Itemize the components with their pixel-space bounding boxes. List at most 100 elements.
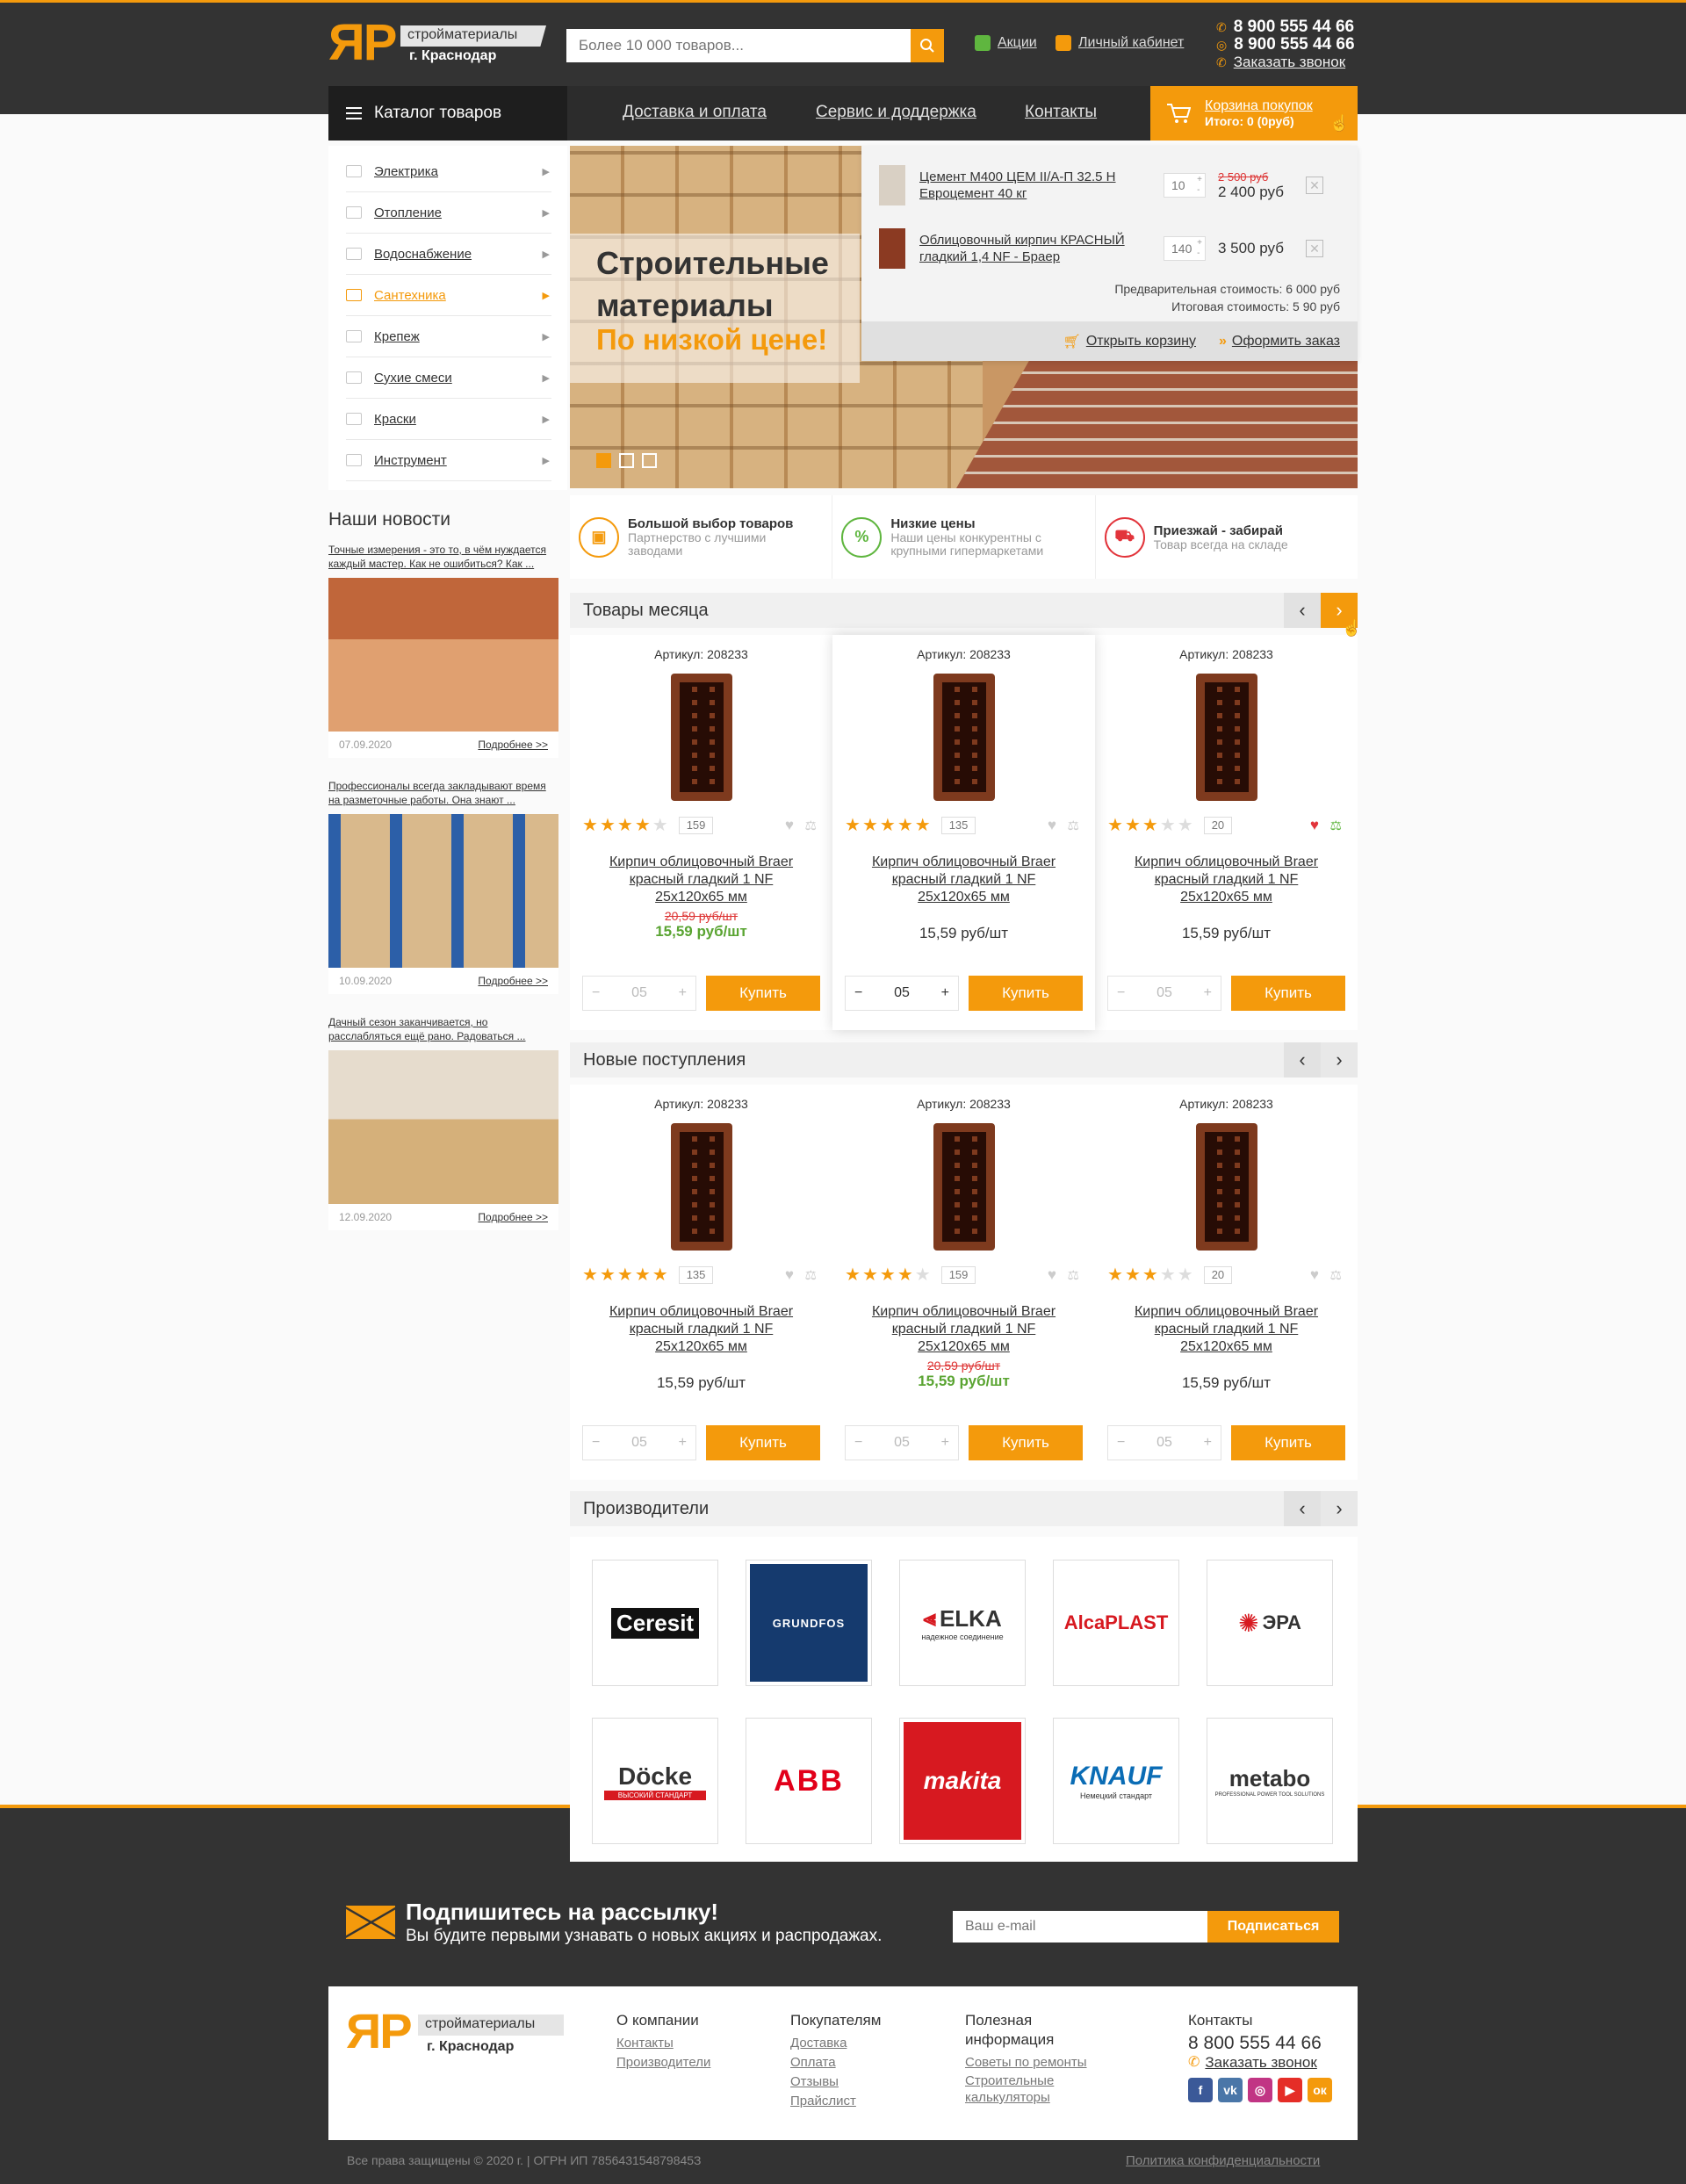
- plus-icon[interactable]: +: [1204, 985, 1212, 1001]
- quantity-stepper[interactable]: − 05 +: [1107, 976, 1221, 1011]
- compare-icon[interactable]: ⚖: [805, 1267, 817, 1283]
- plus-icon[interactable]: +: [679, 1435, 687, 1451]
- heart-icon[interactable]: ♥: [1310, 817, 1319, 834]
- footer-link[interactable]: Советы по ремонты: [965, 2053, 1114, 2072]
- compare-icon[interactable]: ⚖: [1068, 1267, 1079, 1283]
- news-image[interactable]: [328, 814, 558, 968]
- promo-link[interactable]: Акции: [975, 35, 1037, 51]
- subscribe-button[interactable]: Подписаться: [1207, 1911, 1339, 1943]
- review-count[interactable]: 20: [1203, 1266, 1233, 1284]
- product-image[interactable]: [1195, 674, 1257, 801]
- buy-button[interactable]: Купить: [1231, 976, 1345, 1011]
- catalog-button[interactable]: Каталог товаров: [328, 86, 567, 141]
- cart-item-qty[interactable]: 140: [1164, 236, 1206, 261]
- heart-icon[interactable]: ♥: [785, 1266, 794, 1284]
- product-name[interactable]: Кирпич облицовочный Braer красный гладки…: [605, 854, 798, 906]
- cart-button[interactable]: Корзина покупок Итого: 0 (0руб): [1150, 86, 1358, 141]
- close-icon[interactable]: ✕: [1306, 240, 1323, 257]
- footer-link[interactable]: Прайслист: [790, 2092, 881, 2111]
- brand-alcaplast[interactable]: AlcaPLAST: [1053, 1560, 1179, 1686]
- product-name[interactable]: Кирпич облицовочный Braer красный гладки…: [1130, 854, 1323, 906]
- quantity-stepper[interactable]: − 05 +: [1107, 1425, 1221, 1460]
- search-button[interactable]: [911, 29, 944, 62]
- brand-makita[interactable]: makita: [899, 1718, 1026, 1844]
- brand-knauf[interactable]: KNAUF Немецкий стандарт: [1053, 1718, 1179, 1844]
- minus-icon[interactable]: −: [854, 985, 862, 1001]
- prev-arrow-icon[interactable]: ‹: [1284, 1491, 1321, 1526]
- plus-icon[interactable]: +: [679, 985, 687, 1001]
- slider-dot[interactable]: [642, 453, 657, 468]
- sidebar-item[interactable]: Отопление ▶: [346, 192, 551, 234]
- facebook-icon[interactable]: f: [1188, 2078, 1213, 2102]
- cart-item-qty[interactable]: 10: [1164, 173, 1206, 198]
- quantity-stepper[interactable]: − 05 +: [845, 1425, 959, 1460]
- buy-button[interactable]: Купить: [1231, 1425, 1345, 1460]
- product-image[interactable]: [933, 674, 995, 801]
- sidebar-item[interactable]: Сухие смеси ▶: [346, 357, 551, 399]
- heart-icon[interactable]: ♥: [1048, 1266, 1056, 1284]
- email-field[interactable]: [953, 1911, 1207, 1943]
- review-count[interactable]: 135: [940, 817, 976, 834]
- quantity-value[interactable]: 05: [631, 1435, 647, 1451]
- sidebar-item[interactable]: Краски ▶: [346, 399, 551, 440]
- footer-link[interactable]: Отзывы: [790, 2072, 881, 2092]
- product-image[interactable]: [670, 1123, 732, 1251]
- quantity-stepper[interactable]: − 05 +: [582, 1425, 696, 1460]
- buy-button[interactable]: Купить: [969, 976, 1083, 1011]
- quantity-value[interactable]: 05: [894, 1435, 910, 1451]
- account-link[interactable]: Личный кабинет: [1056, 35, 1184, 51]
- product-name[interactable]: Кирпич облицовочный Braer красный гладки…: [868, 854, 1061, 906]
- plus-icon[interactable]: +: [941, 985, 949, 1001]
- brand-metabo[interactable]: metabo PROFESSIONAL POWER TOOL SOLUTIONS: [1207, 1718, 1333, 1844]
- brand-era[interactable]: ✺ ЭРА: [1207, 1560, 1333, 1686]
- footer-link[interactable]: Оплата: [790, 2053, 881, 2072]
- whatsapp-row[interactable]: ◎ 8 900 555 44 66: [1216, 36, 1355, 54]
- nav-contacts[interactable]: Контакты: [1025, 103, 1097, 122]
- product-card[interactable]: Артикул: 208233 ★ ★ ★ ★ ★ 135 ♥ ⚖ Кирпич облицово…: [570, 1085, 832, 1480]
- quantity-stepper[interactable]: − 05 +: [845, 976, 959, 1011]
- logo[interactable]: ЯР стройматериалы г. Краснодар: [328, 18, 546, 68]
- footer-phone[interactable]: 8 800 555 44 66: [1188, 2034, 1332, 2053]
- review-count[interactable]: 20: [1203, 817, 1233, 834]
- footer-callback[interactable]: Заказать звонок: [1205, 2053, 1316, 2072]
- minus-icon[interactable]: −: [1117, 985, 1125, 1001]
- sidebar-item[interactable]: Сантехника ▶: [346, 275, 551, 316]
- review-count[interactable]: 159: [678, 817, 714, 834]
- odnoklassniki-icon[interactable]: ок: [1308, 2078, 1332, 2102]
- sidebar-item[interactable]: Водоснабжение ▶: [346, 234, 551, 275]
- product-name[interactable]: Кирпич облицовочный Braer красный гладки…: [868, 1303, 1061, 1356]
- minus-icon[interactable]: −: [1117, 1435, 1125, 1451]
- slider-dot[interactable]: [596, 453, 611, 468]
- next-arrow-icon[interactable]: ›: [1321, 1491, 1358, 1526]
- product-image[interactable]: [1195, 1123, 1257, 1251]
- cart-item-title[interactable]: Цемент М400 ЦЕМ II/А-П 32.5 Н Евроцемент…: [919, 169, 1156, 202]
- heart-icon[interactable]: ♥: [785, 817, 794, 834]
- close-icon[interactable]: ✕: [1306, 177, 1323, 194]
- plus-icon[interactable]: +: [1204, 1435, 1212, 1451]
- product-name[interactable]: Кирпич облицовочный Braer красный гладки…: [605, 1303, 798, 1356]
- review-count[interactable]: 135: [678, 1266, 714, 1284]
- footer-link[interactable]: Строительные калькуляторы: [965, 2072, 1070, 2106]
- sidebar-item[interactable]: Инструмент ▶: [346, 440, 551, 481]
- checkout-link[interactable]: » Оформить заказ: [1219, 334, 1340, 350]
- product-card[interactable]: Артикул: 208233 ★ ★ ★ ★ ★ 159 ♥ ⚖ Кирпич облицово…: [570, 635, 832, 1030]
- callback-row[interactable]: ✆ Заказать звонок: [1216, 54, 1355, 71]
- sidebar-item[interactable]: Крепеж ▶: [346, 316, 551, 357]
- phone-row[interactable]: ✆ 8 900 555 44 66: [1216, 18, 1355, 36]
- buy-button[interactable]: Купить: [706, 1425, 820, 1460]
- quantity-value[interactable]: 05: [1156, 1435, 1172, 1451]
- privacy-link[interactable]: Политика конфиденциальности: [1126, 2153, 1320, 2168]
- prev-arrow-icon[interactable]: ‹: [1284, 1042, 1321, 1078]
- product-card[interactable]: Артикул: 208233 ★ ★ ★ ★ ★ 159 ♥ ⚖ Кирпич облицово…: [832, 1085, 1095, 1480]
- brand-grundfos[interactable]: GRUNDFOS: [746, 1560, 872, 1686]
- youtube-icon[interactable]: ▶: [1278, 2078, 1302, 2102]
- footer-logo[interactable]: ЯР стройматериалы г. Краснодар: [346, 2007, 566, 2064]
- compare-icon[interactable]: ⚖: [805, 818, 817, 833]
- minus-icon[interactable]: −: [592, 985, 600, 1001]
- footer-link[interactable]: Контакты: [616, 2034, 710, 2053]
- buy-button[interactable]: Купить: [969, 1425, 1083, 1460]
- minus-icon[interactable]: −: [592, 1435, 600, 1451]
- quantity-stepper[interactable]: − 05 +: [582, 976, 696, 1011]
- slider-dot[interactable]: [619, 453, 634, 468]
- search-input[interactable]: [566, 29, 909, 62]
